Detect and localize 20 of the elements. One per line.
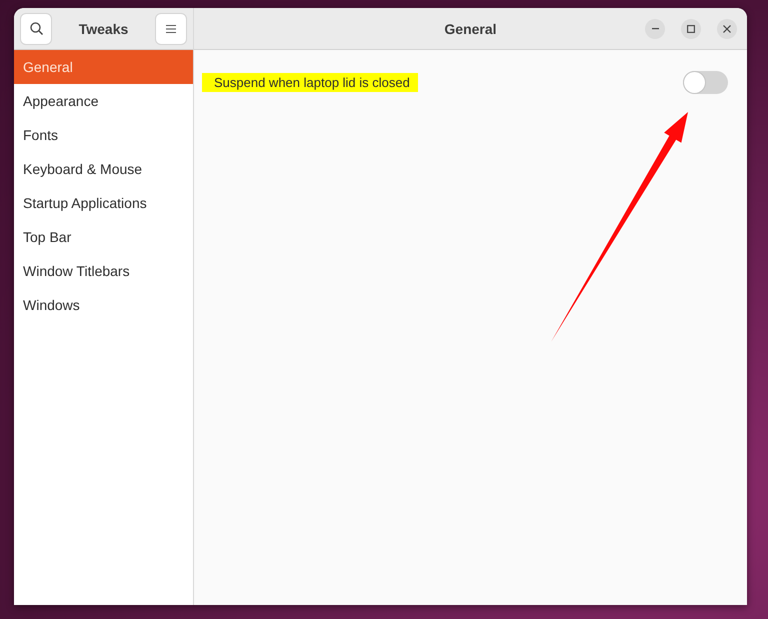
sidebar-item[interactable]: Windows [14, 288, 193, 322]
sidebar-item[interactable]: Startup Applications [14, 186, 193, 220]
search-icon [30, 22, 42, 35]
sidebar-item[interactable]: Keyboard & Mouse [14, 152, 193, 186]
page-title: General [444, 20, 497, 36]
close-icon [723, 24, 731, 32]
setting-label: Suspend when laptop lid is closed [202, 73, 418, 92]
close-button[interactable] [717, 18, 737, 38]
sidebar-item[interactable]: Appearance [14, 84, 193, 118]
menu-icon [166, 24, 176, 32]
sidebar-item[interactable]: Fonts [14, 118, 193, 152]
toggle-switch[interactable] [683, 71, 728, 94]
sidebar-item[interactable]: Top Bar [14, 220, 193, 254]
menu-button[interactable] [154, 12, 187, 44]
app-title: Tweaks [78, 20, 128, 36]
sidebar-item[interactable]: Window Titlebars [14, 254, 193, 288]
minimize-icon [652, 28, 658, 30]
search-button[interactable] [20, 12, 52, 44]
maximize-icon [687, 24, 695, 32]
maximize-button[interactable] [681, 18, 701, 38]
